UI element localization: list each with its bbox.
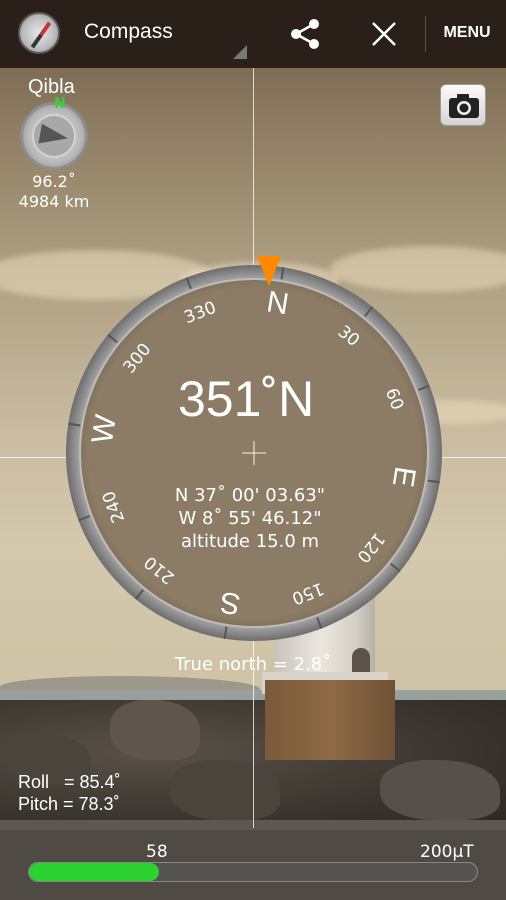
true-north-readout: True north = 2.8˚ xyxy=(174,654,332,675)
coordinates: N 37˚ 00' 03.63" W 8˚ 55' 46.12" altitud… xyxy=(150,484,350,553)
title-dropdown-icon[interactable] xyxy=(233,45,247,59)
pitch-readout: Pitch = 78.3˚ xyxy=(18,794,120,814)
close-icon[interactable] xyxy=(368,18,400,50)
action-bar-divider xyxy=(425,16,426,52)
roll-readout: Roll = 85.4˚ xyxy=(18,772,121,792)
qibla-distance: 4984 km xyxy=(18,192,90,211)
rock xyxy=(380,760,500,820)
rock xyxy=(110,700,200,760)
qibla-north-marker: N xyxy=(54,96,66,112)
qibla-bearing: 96.2˚ xyxy=(32,172,76,191)
compass-dial: 3060120150210240300330 NESW xyxy=(66,265,442,641)
dial-cardinal-w: W xyxy=(86,412,123,446)
qibla-label: Qibla xyxy=(28,76,75,98)
pier xyxy=(265,680,395,760)
magnetic-value: 58 xyxy=(146,842,168,862)
heading-readout: 351˚N xyxy=(178,371,315,427)
longitude: W 8˚ 55' 46.12" xyxy=(178,508,322,529)
altitude: altitude 15.0 m xyxy=(180,531,320,552)
action-bar: Compass MENU xyxy=(0,0,506,68)
magnetic-strength-fill xyxy=(29,863,159,881)
compass-app-icon[interactable] xyxy=(18,12,60,54)
magnetic-max-label: 200µT xyxy=(420,842,474,862)
magnetic-strength-bar xyxy=(28,862,478,882)
heading-marker xyxy=(257,256,281,286)
camera-button[interactable] xyxy=(440,84,486,126)
latitude: N 37˚ 00' 03.63" xyxy=(174,485,326,506)
camera-icon xyxy=(449,94,479,118)
rock xyxy=(170,760,280,820)
share-icon[interactable] xyxy=(288,17,322,51)
app-title[interactable]: Compass xyxy=(84,20,173,44)
menu-button[interactable]: MENU xyxy=(434,24,500,42)
